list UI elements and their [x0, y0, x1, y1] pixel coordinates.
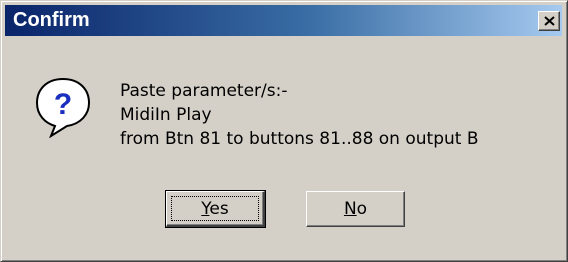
message-line: Paste parameter/s:- — [120, 81, 288, 101]
message-line: MidiIn Play — [120, 105, 212, 125]
confirm-dialog: Confirm ? Paste parameter/s:- MidiIn Pla… — [0, 0, 568, 262]
yes-button-label: Yes — [201, 199, 229, 219]
dialog-title: Confirm — [13, 9, 90, 31]
title-bar[interactable]: Confirm — [5, 5, 562, 36]
yes-button[interactable]: Yes — [165, 190, 266, 228]
no-button-label: No — [343, 199, 368, 219]
question-icon: ? — [35, 77, 91, 138]
message-text: Paste parameter/s:- MidiIn Play from Btn… — [120, 79, 479, 151]
question-glyph: ? — [54, 88, 72, 121]
close-button[interactable] — [538, 11, 560, 31]
no-button[interactable]: No — [306, 191, 405, 227]
close-icon — [544, 16, 555, 26]
message-line: from Btn 81 to buttons 81..88 on output … — [120, 129, 479, 149]
